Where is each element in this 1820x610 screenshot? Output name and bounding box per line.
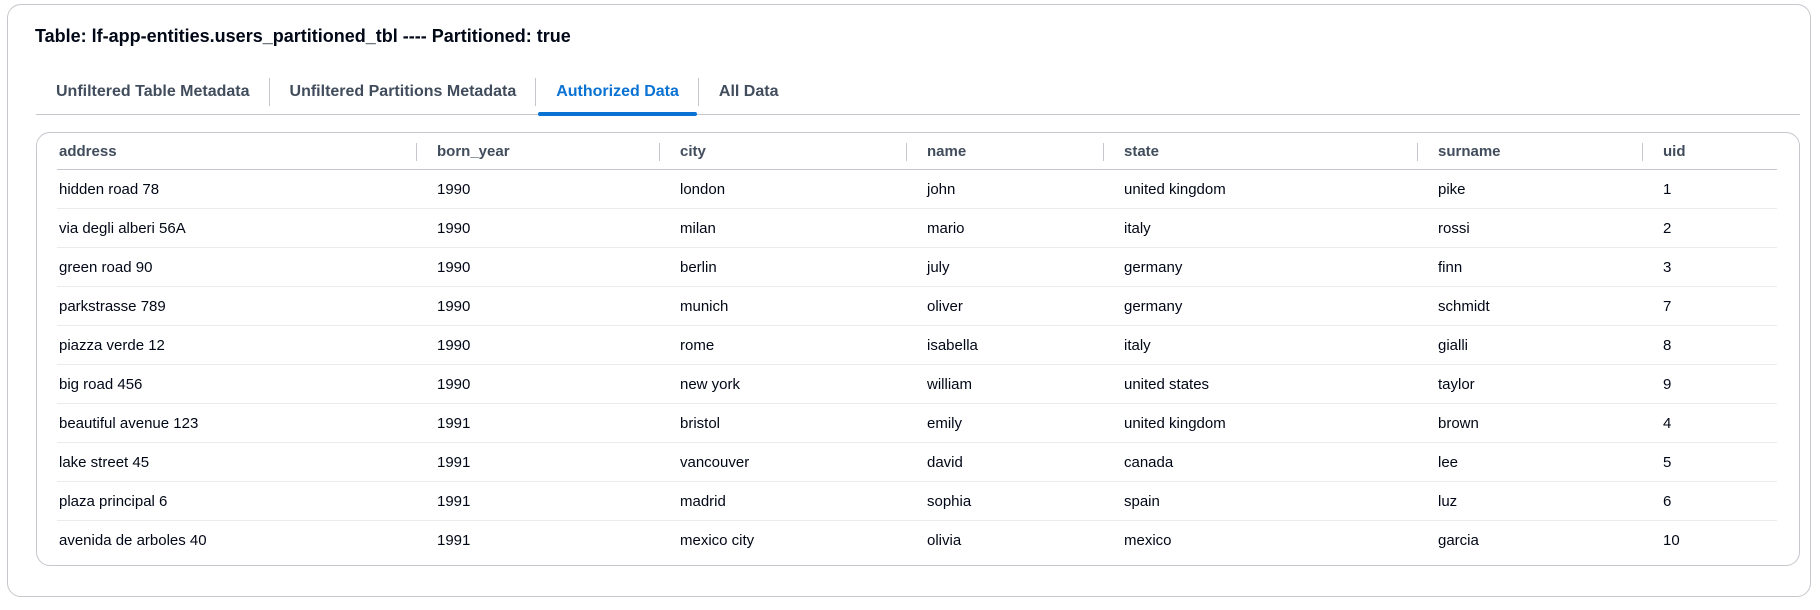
table-row: parkstrasse 789 1990 munich oliver germany sc…: [57, 286, 1777, 326]
cell-name: mario: [925, 208, 1122, 248]
cell-born-year: 1990: [435, 247, 678, 287]
cell-born-year: 1990: [435, 169, 678, 209]
cell-address: parkstrasse 789: [57, 286, 435, 326]
cell-city: milan: [678, 208, 925, 248]
cell-name: john: [925, 169, 1122, 209]
cell-city: london: [678, 169, 925, 209]
column-header-city[interactable]: city: [659, 133, 925, 170]
cell-name: emily: [925, 403, 1122, 443]
cell-uid: 3: [1661, 247, 1777, 287]
cell-uid: 9: [1661, 364, 1777, 404]
cell-state: germany: [1122, 247, 1436, 287]
table-row: hidden road 78 1990 london john united kingd…: [57, 169, 1777, 209]
cell-surname: gialli: [1436, 325, 1661, 365]
column-header-uid[interactable]: uid: [1642, 133, 1777, 170]
column-header-address[interactable]: address: [57, 133, 435, 170]
cell-name: sophia: [925, 481, 1122, 521]
cell-born-year: 1991: [435, 442, 678, 482]
cell-name: oliver: [925, 286, 1122, 326]
cell-state: canada: [1122, 442, 1436, 482]
cell-born-year: 1990: [435, 364, 678, 404]
cell-uid: 1: [1661, 169, 1777, 209]
cell-surname: rossi: [1436, 208, 1661, 248]
cell-city: mexico city: [680, 531, 755, 549]
cell-born-year: 1991: [435, 481, 678, 521]
cell-state: united kingdom: [1122, 169, 1436, 209]
cell-uid: 7: [1661, 286, 1777, 326]
cell-born-year: 1990: [435, 208, 678, 248]
table-details-card: Table: lf-app-entities.users_partitioned…: [7, 4, 1811, 597]
table-row: green road 90 1990 berlin july germany finn 3: [57, 247, 1777, 287]
cell-born-year: 1991: [435, 403, 678, 443]
cell-city: munich: [678, 286, 925, 326]
cell-address: via degli alberi 56A: [57, 208, 435, 248]
cell-uid: 2: [1661, 208, 1777, 248]
column-header-state[interactable]: state: [1103, 133, 1436, 170]
cell-surname: finn: [1436, 247, 1661, 287]
table-row: via degli alberi 56A 1990 milan mario italy r…: [57, 208, 1777, 248]
cell-surname: schmidt: [1436, 286, 1661, 326]
table-row: beautiful avenue 123 1991 bristol emily unit…: [57, 403, 1777, 443]
cell-address: green road 90: [57, 247, 435, 287]
tab-all-data[interactable]: All Data: [699, 75, 799, 114]
cell-city: new york: [678, 364, 925, 404]
table-header-row: address born_year city name state surname uid: [57, 133, 1777, 170]
cell-name: william: [925, 364, 1122, 404]
cell-uid: 4: [1661, 403, 1777, 443]
cell-uid: 8: [1661, 325, 1777, 365]
cell-address: hidden road 78: [57, 169, 435, 209]
table-row: lake street 45 1991 vancouver david canada le…: [57, 442, 1777, 482]
cell-state: mexico: [1124, 531, 1172, 549]
tab-unfiltered-table-metadata[interactable]: Unfiltered Table Metadata: [36, 75, 270, 114]
column-header-born-year[interactable]: born_year: [416, 133, 678, 170]
cell-city: madrid: [678, 481, 925, 521]
cell-city: berlin: [678, 247, 925, 287]
cell-state: germany: [1122, 286, 1436, 326]
cell-uid: 5: [1661, 442, 1777, 482]
cell-name: olivia: [927, 531, 962, 549]
table-row: big road 456 1990 new york william united st…: [57, 364, 1777, 404]
cell-address: beautiful avenue 123: [57, 403, 435, 443]
cell-city: bristol: [678, 403, 925, 443]
column-header-name[interactable]: name: [906, 133, 1122, 170]
cell-born-year: 1990: [435, 325, 678, 365]
tab-authorized-data[interactable]: Authorized Data: [536, 75, 699, 116]
data-table: address born_year city name state surname uid …: [57, 133, 1777, 559]
cell-surname: luz: [1436, 481, 1661, 521]
table-row: plaza principal 6 1991 madrid sophia spain lu…: [57, 481, 1777, 521]
cell-address: avenida de arboles 40: [59, 531, 207, 549]
cell-uid: 6: [1661, 481, 1777, 521]
page-title: Table: lf-app-entities.users_partitioned…: [35, 26, 571, 46]
cell-name: july: [925, 247, 1122, 287]
cell-uid: 10: [1663, 531, 1680, 549]
cell-born-year: 1991: [437, 531, 471, 549]
cell-state: italy: [1122, 325, 1436, 365]
cell-address: plaza principal 6: [57, 481, 435, 521]
cell-state: united kingdom: [1122, 403, 1436, 443]
cell-state: united states: [1122, 364, 1436, 404]
cell-address: lake street 45: [57, 442, 435, 482]
cell-city: rome: [678, 325, 925, 365]
data-table-container: address born_year city name state surname uid …: [36, 132, 1800, 566]
cell-state: spain: [1122, 481, 1436, 521]
cell-city: vancouver: [678, 442, 925, 482]
column-header-surname[interactable]: surname: [1417, 133, 1661, 170]
cell-state: italy: [1122, 208, 1436, 248]
cell-surname: garcia: [1438, 531, 1479, 549]
cell-address: piazza verde 12: [57, 325, 435, 365]
cell-surname: brown: [1436, 403, 1661, 443]
cell-name: isabella: [925, 325, 1122, 365]
table-row: piazza verde 12 1990 rome isabella italy gial…: [57, 325, 1777, 365]
cell-surname: pike: [1436, 169, 1661, 209]
table-row: avenida de arboles 40 1991 mexico city oliv…: [57, 521, 1777, 560]
cell-surname: lee: [1436, 442, 1661, 482]
cell-name: david: [925, 442, 1122, 482]
cell-address: big road 456: [57, 364, 435, 404]
cell-born-year: 1990: [435, 286, 678, 326]
cell-surname: taylor: [1436, 364, 1661, 404]
tab-unfiltered-partitions-metadata[interactable]: Unfiltered Partitions Metadata: [270, 75, 537, 114]
tab-bar: Unfiltered Table Metadata Unfiltered Par…: [36, 75, 1800, 116]
